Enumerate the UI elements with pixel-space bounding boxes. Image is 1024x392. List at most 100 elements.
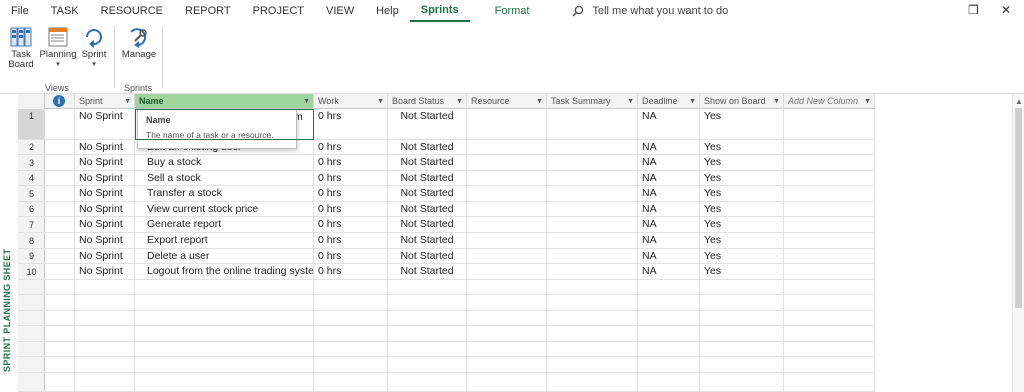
header-task-summary[interactable]: Task Summary ▼ [547, 94, 638, 109]
cell-add[interactable] [784, 171, 875, 186]
cell-status[interactable]: Not Started [388, 109, 467, 140]
header-sprint[interactable]: Sprint ▼ [75, 94, 135, 109]
cell-resource[interactable] [467, 249, 547, 264]
cell-summary[interactable] [547, 217, 638, 233]
cell-show[interactable]: Yes [700, 186, 784, 202]
cell-name[interactable] [135, 295, 314, 311]
cell-status[interactable] [388, 280, 467, 295]
vertical-scrollbar[interactable]: ▲ [1012, 94, 1024, 392]
cell-deadline[interactable] [638, 311, 700, 326]
cell-deadline[interactable] [638, 342, 700, 357]
cell-show[interactable] [700, 311, 784, 326]
cell-deadline[interactable] [638, 295, 700, 311]
cell-status[interactable]: Not Started [388, 171, 467, 186]
cell-ind[interactable] [45, 295, 75, 311]
menu-report[interactable]: REPORT [174, 0, 242, 22]
cell-deadline[interactable] [638, 326, 700, 342]
cell-deadline[interactable]: NA [638, 109, 700, 140]
cell-deadline[interactable]: NA [638, 202, 700, 217]
cell-name[interactable]: Export report [135, 233, 314, 249]
cell-status[interactable] [388, 342, 467, 357]
cell-ind[interactable] [45, 326, 75, 342]
cell-add[interactable] [784, 233, 875, 249]
cell-resource[interactable] [467, 311, 547, 326]
cell-name[interactable] [135, 311, 314, 326]
row-number[interactable] [18, 373, 45, 392]
cell-show[interactable] [700, 357, 784, 373]
cell-status[interactable]: Not Started [388, 140, 467, 155]
cell-ind[interactable] [45, 202, 75, 217]
cell-work[interactable] [314, 373, 388, 392]
cell-work[interactable]: 0 hrs [314, 140, 388, 155]
cell-ind[interactable] [45, 249, 75, 264]
cell-sprint[interactable]: No Sprint [75, 140, 135, 155]
cell-show[interactable]: Yes [700, 202, 784, 217]
restore-icon[interactable]: ❐ [968, 3, 979, 17]
cell-work[interactable]: 0 hrs [314, 249, 388, 264]
cell-show[interactable]: Yes [700, 264, 784, 280]
cell-deadline[interactable]: NA [638, 233, 700, 249]
cell-work[interactable]: 0 hrs [314, 186, 388, 202]
menu-sprints[interactable]: Sprints [409, 0, 470, 22]
cell-add[interactable] [784, 109, 875, 140]
cell-resource[interactable] [467, 155, 547, 171]
cell-resource[interactable] [467, 109, 547, 140]
cell-sprint[interactable]: No Sprint [75, 171, 135, 186]
cell-summary[interactable] [547, 342, 638, 357]
row-number[interactable]: 10 [18, 264, 45, 280]
cell-show[interactable] [700, 280, 784, 295]
cell-status[interactable]: Not Started [388, 264, 467, 280]
cell-resource[interactable] [467, 326, 547, 342]
cell-sprint[interactable] [75, 295, 135, 311]
cell-resource[interactable] [467, 171, 547, 186]
cell-ind[interactable] [45, 342, 75, 357]
cell-ind[interactable] [45, 264, 75, 280]
cell-sprint[interactable] [75, 357, 135, 373]
cell-summary[interactable] [547, 233, 638, 249]
cell-status[interactable]: Not Started [388, 249, 467, 264]
cell-ind[interactable] [45, 155, 75, 171]
header-name[interactable]: Name ▼ [135, 94, 314, 109]
cell-resource[interactable] [467, 186, 547, 202]
header-show-on-board[interactable]: Show on Board ▼ [700, 94, 784, 109]
row-number[interactable]: 2 [18, 140, 45, 155]
cell-show[interactable]: Yes [700, 109, 784, 140]
cell-show[interactable]: Yes [700, 155, 784, 171]
chevron-down-icon[interactable]: ▼ [773, 94, 780, 108]
row-number[interactable]: 9 [18, 249, 45, 264]
row-number[interactable] [18, 311, 45, 326]
cell-add[interactable] [784, 357, 875, 373]
cell-ind[interactable] [45, 311, 75, 326]
cell-add[interactable] [784, 249, 875, 264]
cell-status[interactable] [388, 373, 467, 392]
cell-name[interactable]: Generate report [135, 217, 314, 233]
cell-resource[interactable] [467, 217, 547, 233]
cell-summary[interactable] [547, 140, 638, 155]
cell-name[interactable]: Transfer a stock [135, 186, 314, 202]
row-number[interactable] [18, 295, 45, 311]
cell-work[interactable]: 0 hrs [314, 109, 388, 140]
menu-resource[interactable]: RESOURCE [90, 0, 174, 22]
cell-show[interactable] [700, 373, 784, 392]
menu-task[interactable]: TASK [40, 0, 90, 22]
cell-resource[interactable] [467, 233, 547, 249]
cell-deadline[interactable]: NA [638, 186, 700, 202]
cell-name[interactable] [135, 357, 314, 373]
header-add-new-column[interactable]: Add New Column ▼ [784, 94, 875, 109]
cell-show[interactable]: Yes [700, 217, 784, 233]
cell-add[interactable] [784, 155, 875, 171]
cell-deadline[interactable] [638, 357, 700, 373]
scroll-up-arrow-icon[interactable]: ▲ [1015, 97, 1023, 106]
cell-show[interactable]: Yes [700, 140, 784, 155]
cell-work[interactable] [314, 326, 388, 342]
chevron-down-icon[interactable]: ▼ [689, 94, 696, 108]
cell-sprint[interactable] [75, 326, 135, 342]
cell-sprint[interactable] [75, 280, 135, 295]
cell-add[interactable] [784, 280, 875, 295]
cell-name[interactable]: Sell a stock [135, 171, 314, 186]
chevron-down-icon[interactable]: ▼ [377, 94, 384, 108]
cell-status[interactable] [388, 295, 467, 311]
cell-deadline[interactable]: NA [638, 249, 700, 264]
cell-work[interactable]: 0 hrs [314, 217, 388, 233]
cell-resource[interactable] [467, 357, 547, 373]
